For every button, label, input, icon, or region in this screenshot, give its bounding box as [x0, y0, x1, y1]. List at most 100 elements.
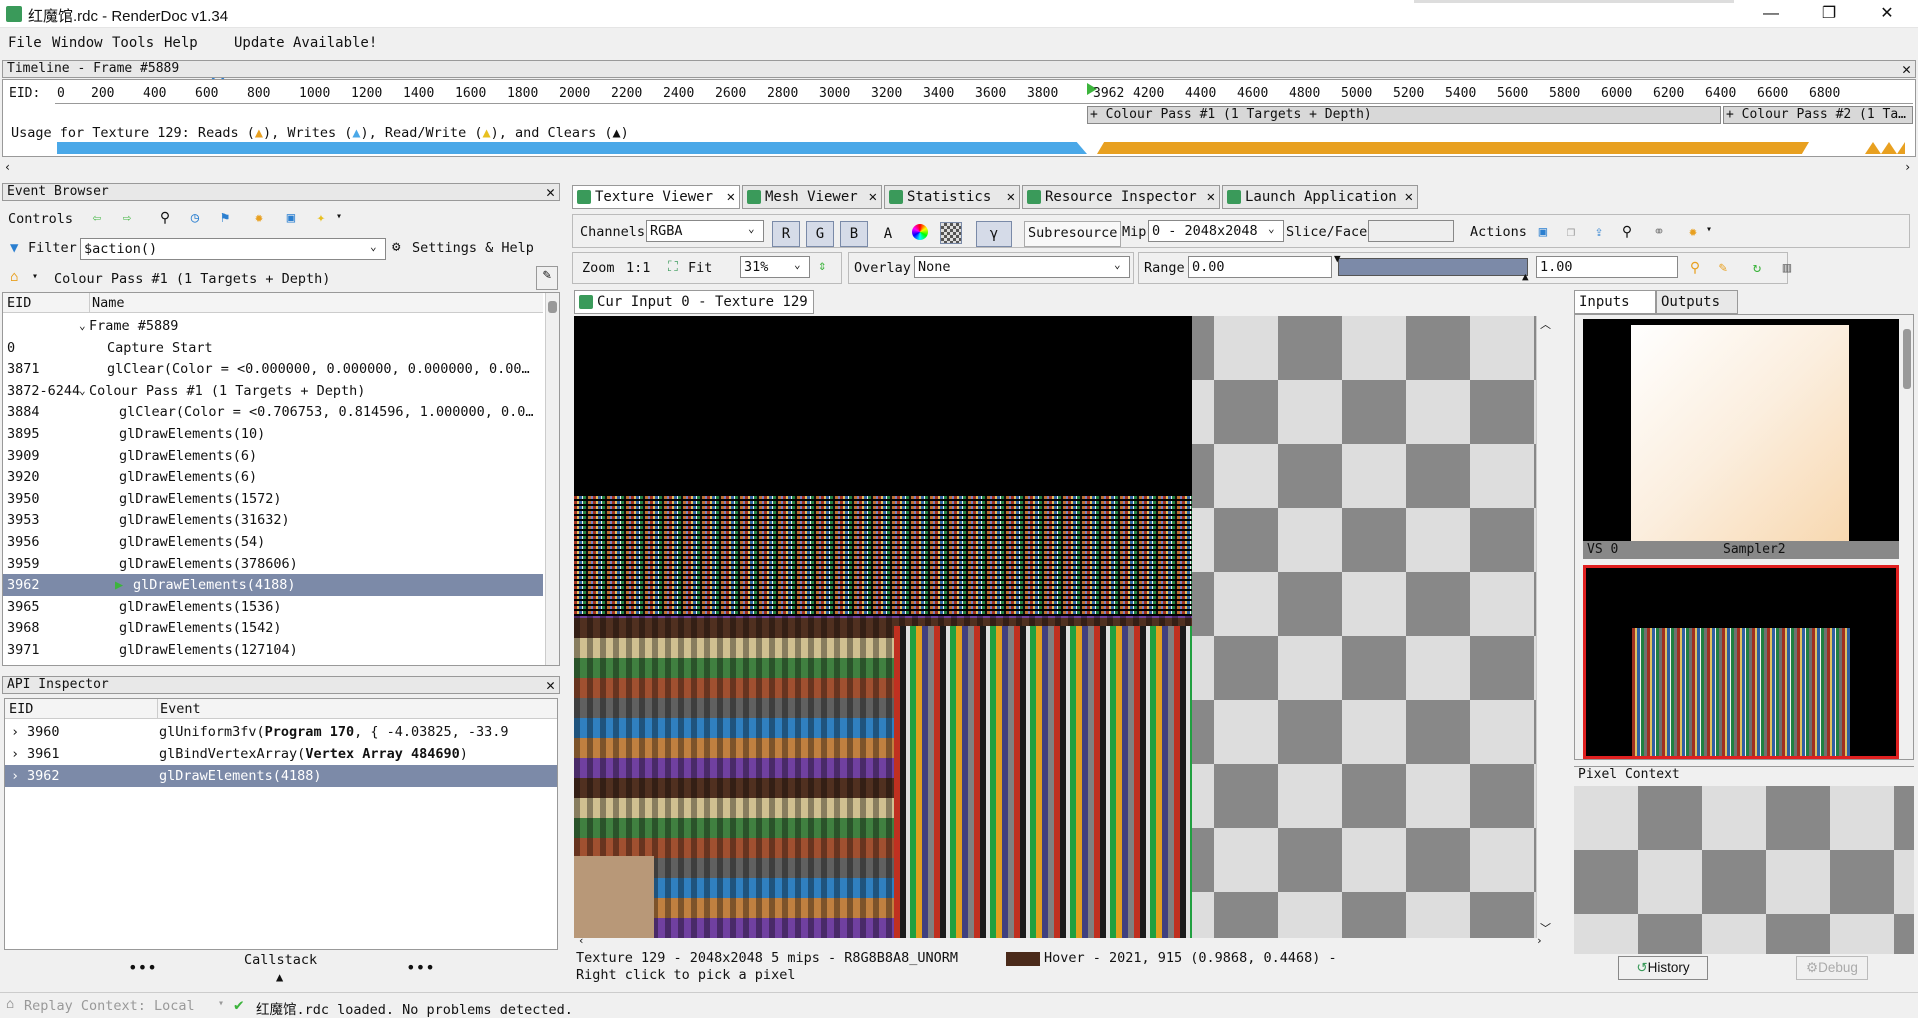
copy-icon[interactable]: ❐: [1560, 222, 1582, 242]
menu-file[interactable]: File: [8, 35, 42, 51]
event-row[interactable]: 3953 glDrawElements(31632): [3, 509, 543, 531]
event-row[interactable]: 3909 glDrawElements(6): [3, 445, 543, 467]
breadcrumb-caret-icon[interactable]: ▾: [32, 271, 38, 282]
thumb-scrollbar[interactable]: [1901, 315, 1913, 759]
texture-viewport[interactable]: ︿ ﹀: [574, 316, 1552, 938]
maximize-button[interactable]: ❐: [1806, 0, 1852, 28]
api-table[interactable]: EID Event › 3960 glUniform3fv(Program 170,…: [4, 698, 558, 950]
event-row[interactable]: 3965 glDrawElements(1536): [3, 596, 543, 618]
scroll-up-icon[interactable]: ︿: [1540, 316, 1551, 332]
event-row[interactable]: 3959 glDrawElements(378606): [3, 553, 543, 575]
flip-icon[interactable]: ⇕: [818, 258, 826, 274]
link-icon[interactable]: ⚭: [1648, 222, 1670, 242]
api-row[interactable]: › 3962 glDrawElements(4188): [5, 765, 557, 787]
event-row[interactable]: 0 Capture Start: [3, 337, 543, 359]
bookmark-icon[interactable]: ⚑: [214, 208, 236, 228]
range-max-input[interactable]: 1.00: [1536, 256, 1678, 278]
col-name-header[interactable]: Name: [89, 293, 125, 313]
settings-help-button[interactable]: Settings & Help: [412, 240, 534, 256]
menu-tools[interactable]: Tools: [112, 35, 154, 51]
breadcrumb-text[interactable]: Colour Pass #1 (1 Targets + Depth): [54, 271, 330, 287]
save-icon[interactable]: ▣: [280, 208, 302, 228]
pass2-bar[interactable]: + Colour Pass #2 (1 Ta…: [1723, 106, 1913, 124]
expand-chevron-icon[interactable]: ›: [11, 765, 19, 787]
close-icon[interactable]: ✕: [546, 184, 555, 200]
actions-dropdown-icon[interactable]: ▾: [1706, 224, 1712, 235]
viewport-vscroll[interactable]: ︿ ﹀: [1536, 316, 1552, 938]
col-eid-header[interactable]: EID: [7, 293, 31, 313]
event-row[interactable]: 3871 glClear(Color = <0.000000, 0.000000,…: [3, 358, 543, 380]
reset-range-icon[interactable]: ↻: [1746, 258, 1768, 278]
api-row[interactable]: › 3960 glUniform3fv(Program 170, { -4.0382…: [5, 721, 557, 743]
edit-note-icon[interactable]: ✎: [536, 266, 558, 290]
scroll-left-icon[interactable]: ‹: [4, 160, 11, 174]
hscroll-left-icon[interactable]: ‹: [578, 934, 585, 947]
debug-button[interactable]: ⚙Debug: [1796, 956, 1868, 980]
save-texture-icon[interactable]: ▣: [1532, 222, 1554, 242]
overlay-select[interactable]: None: [914, 256, 1130, 278]
home-icon[interactable]: ⌂: [10, 269, 18, 285]
scroll-right-icon[interactable]: ›: [1904, 160, 1911, 174]
mip-select[interactable]: 0 - 2048x2048: [1148, 220, 1284, 242]
thumbnail-selected[interactable]: [1583, 565, 1899, 759]
timeline-scrollbar[interactable]: ‹ ›: [2, 160, 1916, 174]
cur-input-tab[interactable]: Cur Input 0 - Texture 129: [574, 290, 814, 314]
close-icon[interactable]: ✕: [546, 677, 555, 693]
thumb-scroll-thumb[interactable]: [1903, 329, 1911, 389]
expand-chevron-icon[interactable]: ›: [11, 721, 19, 743]
close-window-button[interactable]: ✕: [1864, 0, 1910, 28]
pass1-bar[interactable]: + Colour Pass #1 (1 Targets + Depth): [1087, 106, 1721, 124]
checker-icon[interactable]: [940, 222, 962, 244]
slice-select[interactable]: [1368, 220, 1454, 242]
zoom-dropdown-icon[interactable]: ⌄: [794, 258, 801, 271]
expand-chevron-icon[interactable]: ⌄: [79, 315, 86, 337]
open-icon[interactable]: ⇪: [1588, 222, 1610, 242]
api-col-eid[interactable]: EID: [9, 699, 33, 719]
filter-dropdown-icon[interactable]: ⌄: [370, 240, 377, 253]
event-row[interactable]: 3872-6244 ⌄ Colour Pass #1 (1 Targets + De…: [3, 380, 543, 402]
tab-mesh-viewer[interactable]: Mesh Viewer ✕: [742, 185, 882, 209]
event-row[interactable]: 3920 glDrawElements(6): [3, 466, 543, 488]
event-row[interactable]: 3962 ▶ glDrawElements(4188): [3, 574, 543, 597]
mip-dropdown-icon[interactable]: ⌄: [1268, 222, 1275, 235]
back-arrow-icon[interactable]: ⇦: [86, 208, 108, 228]
range-slider-max-handle[interactable]: ▲: [1522, 270, 1529, 283]
zoom-1to1-button[interactable]: 1:1: [626, 260, 650, 276]
tab-statistics[interactable]: Statistics ✕: [884, 185, 1020, 209]
fit-button[interactable]: Fit: [688, 260, 712, 276]
event-row[interactable]: 3884 glClear(Color = <0.706753, 0.814596,…: [3, 401, 543, 423]
tab-launch-application[interactable]: Launch Application ✕: [1222, 185, 1418, 209]
thumbnail-vs0[interactable]: VS 0 Sampler2: [1583, 319, 1899, 559]
hscroll-right-icon[interactable]: ›: [1536, 934, 1543, 947]
settings-gear-icon[interactable]: ✹: [248, 208, 270, 228]
outputs-tab[interactable]: Outputs: [1656, 290, 1738, 314]
zoom-range-icon[interactable]: ⚲: [1684, 258, 1706, 278]
auto-fit-icon[interactable]: ✎: [1712, 258, 1734, 278]
settings-cog-icon[interactable]: ⚙: [392, 239, 400, 255]
forward-arrow-icon[interactable]: ⇨: [116, 208, 138, 228]
expand-chevron-icon[interactable]: ⌄: [79, 380, 86, 402]
color-wheel-icon[interactable]: [912, 224, 928, 240]
event-row[interactable]: 3895 glDrawElements(10): [3, 423, 543, 445]
tab-texture-viewer[interactable]: Texture Viewer ✕: [572, 185, 740, 209]
event-row[interactable]: 3950 glDrawElements(1572): [3, 488, 543, 510]
dots-left[interactable]: •••: [128, 958, 157, 977]
gamma-toggle[interactable]: γ: [976, 221, 1012, 247]
scroll-thumb[interactable]: [548, 301, 557, 313]
channels-select[interactable]: RGBA: [646, 220, 764, 242]
minimize-button[interactable]: —: [1748, 0, 1794, 28]
menu-window[interactable]: Window: [52, 35, 103, 51]
settings-sun-icon[interactable]: ✹: [1682, 222, 1704, 242]
channel-r-toggle[interactable]: R: [772, 221, 800, 247]
event-row[interactable]: 3956 glDrawElements(54): [3, 531, 543, 553]
menu-help[interactable]: Help: [164, 35, 198, 51]
overlay-dropdown-icon[interactable]: ⌄: [1114, 258, 1121, 271]
inputs-tab[interactable]: Inputs: [1574, 290, 1656, 314]
tab-close-icon[interactable]: ✕: [1207, 186, 1215, 208]
api-col-event[interactable]: Event: [157, 699, 201, 719]
histogram-icon[interactable]: ▥: [1776, 258, 1798, 278]
expand-chevron-icon[interactable]: ›: [11, 743, 19, 765]
timeline-icon[interactable]: ◷: [184, 208, 206, 228]
channel-b-toggle[interactable]: B: [840, 221, 868, 247]
callstack-button[interactable]: Callstack: [244, 952, 317, 968]
